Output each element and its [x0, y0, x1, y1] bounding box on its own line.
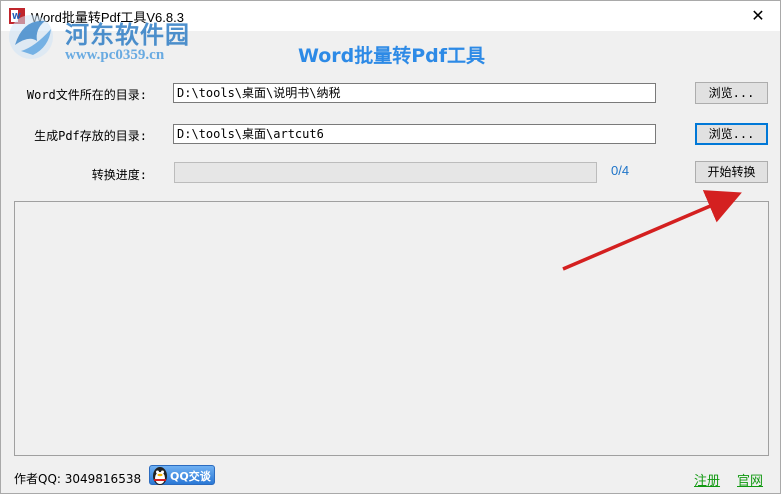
start-convert-button[interactable]: 开始转换 — [695, 161, 768, 183]
qq-chat-button[interactable]: QQ交谈 — [149, 465, 215, 485]
output-dir-label: 生成Pdf存放的目录: — [34, 129, 147, 143]
source-dir-input[interactable]: D:\tools\桌面\说明书\纳税 — [173, 83, 656, 103]
close-button[interactable]: ✕ — [746, 5, 770, 27]
source-dir-label: Word文件所在的目录: — [26, 88, 147, 102]
author-qq-text: 作者QQ: 3049816538 — [14, 472, 142, 486]
progress-count: 0/4 — [611, 163, 630, 178]
register-link[interactable]: 注册 — [694, 470, 720, 489]
close-icon: ✕ — [751, 6, 765, 25]
progress-label: 转换进度: — [91, 168, 147, 182]
website-link[interactable]: 官网 — [737, 470, 763, 489]
output-dir-input[interactable]: D:\tools\桌面\artcut6 — [173, 124, 656, 144]
progress-bar — [174, 162, 597, 183]
log-panel — [14, 201, 769, 456]
qq-chat-label: QQ交谈 — [170, 470, 211, 483]
qq-penguin-icon — [153, 467, 167, 485]
app-heading: Word批量转Pdf工具 — [297, 45, 486, 67]
source-browse-button[interactable]: 浏览... — [695, 82, 768, 104]
output-browse-button[interactable]: 浏览... — [695, 123, 768, 145]
app-window: W Word批量转Pdf工具V6.8.3 ✕ 河东软件园 www.pc0359.… — [0, 0, 781, 494]
